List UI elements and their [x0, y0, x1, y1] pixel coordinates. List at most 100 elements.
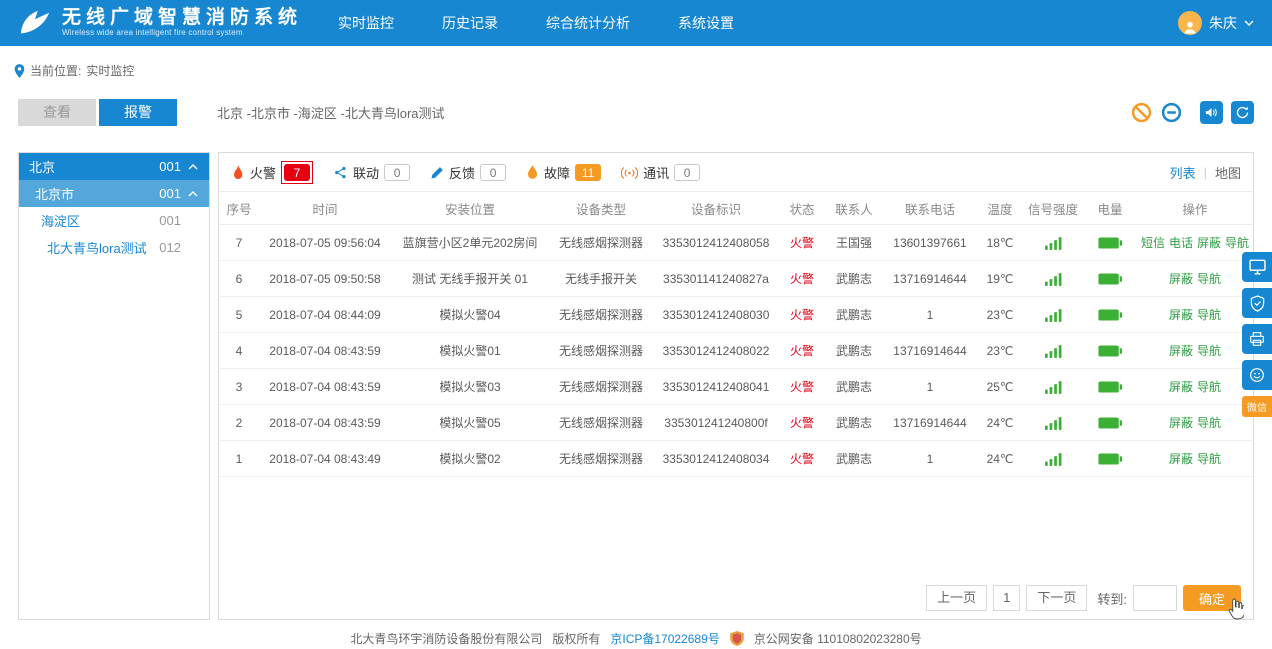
op-link[interactable]: 屏蔽: [1169, 416, 1193, 430]
op-link[interactable]: 导航: [1197, 308, 1221, 322]
row-temp: 24℃: [977, 405, 1023, 441]
column-header-1: 序号: [219, 192, 259, 225]
row-location: 模拟火警04: [391, 297, 549, 333]
row-no: 1: [219, 441, 259, 477]
table-row: 72018-07-05 09:56:04蓝旗营小区2单元202房间无线感烟探测器…: [219, 225, 1253, 261]
table-row: 12018-07-04 08:43:49模拟火警02无线感烟探测器3353012…: [219, 441, 1253, 477]
op-link[interactable]: 屏蔽: [1169, 308, 1193, 322]
tree-item-count: 012: [159, 240, 181, 255]
prev-page-button[interactable]: 上一页: [926, 585, 987, 611]
op-link[interactable]: 导航: [1225, 236, 1249, 250]
brand-text: 无线广域智慧消防系统 Wireless wide area intelligen…: [62, 8, 302, 38]
footer-company: 北大青鸟环宇消防设备股份有限公司: [350, 630, 542, 647]
nav-item-3[interactable]: 综合统计分析: [546, 13, 630, 33]
float-buttons: 微信: [1242, 252, 1272, 417]
speaker-icon: [1204, 105, 1219, 120]
refresh-button[interactable]: [1231, 101, 1254, 124]
filter-fire[interactable]: 火警7: [231, 161, 313, 184]
tree-item-3[interactable]: 海淀区001: [19, 207, 209, 234]
op-link[interactable]: 电话: [1169, 236, 1193, 250]
column-header-10: 信号强度: [1023, 192, 1083, 225]
row-device-id: 3353012412408030: [653, 297, 779, 333]
footer-icp-link[interactable]: 京ICP备17022689号: [610, 630, 719, 647]
op-link[interactable]: 导航: [1197, 380, 1221, 394]
row-device-id: 3353012412408022: [653, 333, 779, 369]
op-link[interactable]: 导航: [1197, 344, 1221, 358]
battery-icon: [1098, 237, 1122, 249]
row-temp: 23℃: [977, 333, 1023, 369]
op-link[interactable]: 屏蔽: [1169, 380, 1193, 394]
shield-button[interactable]: [1242, 288, 1272, 318]
row-temp: 19℃: [977, 261, 1023, 297]
op-link[interactable]: 屏蔽: [1169, 344, 1193, 358]
row-signal: [1023, 297, 1083, 333]
op-link[interactable]: 导航: [1197, 272, 1221, 286]
table-body: 72018-07-05 09:56:04蓝旗营小区2单元202房间无线感烟探测器…: [219, 225, 1253, 477]
row-no: 2: [219, 405, 259, 441]
filter-count: 7: [284, 164, 310, 181]
confirm-button[interactable]: 确定: [1183, 585, 1241, 611]
tree-item-2[interactable]: 北京市001: [19, 180, 209, 207]
row-signal: [1023, 333, 1083, 369]
op-link[interactable]: 导航: [1197, 452, 1221, 466]
tree-item-4[interactable]: 北大青鸟lora测试 012: [19, 234, 209, 261]
tab-actions: [1130, 101, 1254, 124]
op-link[interactable]: 屏蔽: [1169, 272, 1193, 286]
tab-view[interactable]: 查看: [18, 99, 96, 126]
op-link[interactable]: 短信: [1141, 236, 1165, 250]
row-signal: [1023, 225, 1083, 261]
row-time: 2018-07-04 08:44:09: [259, 297, 391, 333]
service-button[interactable]: [1242, 360, 1272, 390]
police-badge-icon: [730, 631, 744, 646]
row-time: 2018-07-04 08:43:59: [259, 333, 391, 369]
wechat-tag[interactable]: 微信: [1242, 396, 1272, 417]
signal-icon: [1045, 237, 1062, 250]
view-map-link[interactable]: 地图: [1215, 163, 1241, 182]
row-location: 模拟火警02: [391, 441, 549, 477]
tab-alarm[interactable]: 报警: [99, 99, 177, 126]
tree-item-label: 北大青鸟lora测试: [47, 238, 147, 257]
filter-linkage[interactable]: 联动0: [333, 163, 410, 182]
column-header-4: 设备类型: [549, 192, 653, 225]
footer-rights: 版权所有: [552, 630, 600, 647]
row-no: 7: [219, 225, 259, 261]
user-menu[interactable]: 朱庆: [1178, 11, 1254, 35]
view-list-link[interactable]: 列表: [1170, 163, 1196, 182]
app-title: 无线广域智慧消防系统: [62, 8, 302, 29]
prohibit-button[interactable]: [1130, 102, 1152, 124]
filter-feedback[interactable]: 反馈0: [430, 163, 506, 182]
breadcrumb-label: 当前位置:: [30, 62, 81, 79]
nav-item-2[interactable]: 历史记录: [442, 13, 498, 33]
monitor-button[interactable]: [1242, 252, 1272, 282]
column-header-9: 温度: [977, 192, 1023, 225]
row-type: 无线感烟探测器: [549, 369, 653, 405]
signal-icon: [1045, 273, 1062, 286]
op-link[interactable]: 屏蔽: [1169, 452, 1193, 466]
tree-item-1[interactable]: 北京001: [19, 153, 209, 180]
breadcrumb-value: 实时监控: [86, 62, 134, 79]
goto-page-input[interactable]: [1133, 585, 1177, 611]
minus-circle-button[interactable]: [1160, 102, 1182, 124]
op-link[interactable]: 导航: [1197, 416, 1221, 430]
row-contact: 武鹏志: [825, 333, 883, 369]
printer-button[interactable]: [1242, 324, 1272, 354]
filter-comm[interactable]: 通讯0: [621, 163, 700, 182]
app-subtitle: Wireless wide area intelligent fire cont…: [62, 29, 302, 38]
row-phone: 1: [883, 297, 977, 333]
current-page[interactable]: 1: [993, 585, 1020, 611]
column-header-2: 时间: [259, 192, 391, 225]
filter-label: 联动: [353, 163, 379, 182]
filter-fault[interactable]: 故障11: [526, 163, 601, 182]
speaker-button[interactable]: [1200, 101, 1223, 124]
filter-label: 通讯: [643, 163, 669, 182]
next-page-button[interactable]: 下一页: [1026, 585, 1087, 611]
nav-item-1[interactable]: 实时监控: [338, 13, 394, 33]
row-battery: [1083, 225, 1137, 261]
tree-item-label: 海淀区: [41, 211, 80, 230]
row-device-id: 335301241240800f: [653, 405, 779, 441]
row-temp: 24℃: [977, 441, 1023, 477]
printer-icon: [1249, 331, 1265, 347]
op-link[interactable]: 屏蔽: [1197, 236, 1221, 250]
nav-item-4[interactable]: 系统设置: [678, 13, 734, 33]
table-row: 52018-07-04 08:44:09模拟火警04无线感烟探测器3353012…: [219, 297, 1253, 333]
